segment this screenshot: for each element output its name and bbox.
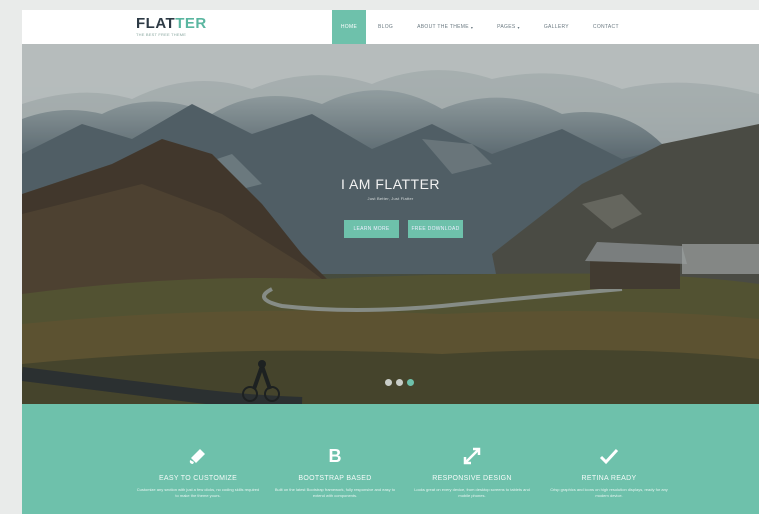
learn-more-button[interactable]: Learn More — [344, 220, 399, 238]
slider-dot[interactable] — [385, 379, 392, 386]
chevron-down-icon: ▾ — [517, 24, 520, 30]
nav-item-gallery[interactable]: Gallery — [532, 10, 581, 44]
nav-label: About The Theme — [417, 24, 469, 30]
page: FLATTER THE BEST FREE THEME Home Blog Ab… — [22, 10, 759, 514]
feature-text: Crisp graphics and icons on high resolut… — [550, 487, 668, 498]
bootstrap-icon: B — [328, 446, 342, 466]
feature-title: Easy to Customize — [158, 475, 238, 482]
feature-title: Retina Ready — [581, 475, 637, 482]
features-section: Easy to Customize Customize any section … — [22, 404, 759, 514]
hero-title: I AM FLATTER — [340, 176, 441, 192]
feature-text: Built on the latest Bootstrap framework,… — [274, 487, 396, 498]
chevron-down-icon: ▾ — [470, 24, 474, 30]
nav-item-about-the-theme[interactable]: About The Theme ▾ — [405, 10, 485, 44]
logo-text-accent: TER — [175, 15, 207, 32]
site-logo[interactable]: FLATTER — [136, 15, 207, 32]
logo-text: FLAT — [136, 15, 176, 32]
nav-label: Contact — [592, 24, 619, 30]
feature-title: Bootstrap Based — [298, 475, 372, 482]
brush-icon — [189, 449, 205, 464]
nav-label: Blog — [378, 24, 394, 30]
slider-dot-active[interactable] — [407, 379, 414, 386]
site-header: FLATTER THE BEST FREE THEME Home Blog Ab… — [22, 10, 759, 44]
hero-subtitle: Just Better, Just Flatter — [367, 196, 414, 201]
nav-item-blog[interactable]: Blog — [366, 10, 405, 44]
hero-slider: I AM FLATTER Just Better, Just Flatter L… — [22, 44, 759, 404]
nav-item-home[interactable]: Home — [332, 10, 366, 44]
nav-item-pages[interactable]: Pages ▾ — [485, 10, 532, 44]
main-nav: Home Blog About The Theme ▾ Pages ▾ Galler… — [332, 10, 631, 44]
feature-title: Responsive Design — [432, 475, 512, 482]
nav-label: Home — [340, 24, 358, 30]
nav-label: Pages — [497, 24, 516, 30]
feature-text: Looks great on every device, from deskto… — [414, 487, 530, 498]
feature-text: Customize any section with just a few cl… — [136, 487, 260, 498]
free-download-button[interactable]: Free Download — [408, 220, 463, 238]
nav-label: Gallery — [543, 24, 569, 30]
site-tagline: THE BEST FREE THEME — [136, 32, 187, 37]
nav-item-contact[interactable]: Contact — [581, 10, 631, 44]
slider-dots — [385, 379, 414, 386]
slider-dot[interactable] — [396, 379, 403, 386]
check-icon — [599, 448, 619, 465]
expand-icon — [463, 447, 481, 465]
